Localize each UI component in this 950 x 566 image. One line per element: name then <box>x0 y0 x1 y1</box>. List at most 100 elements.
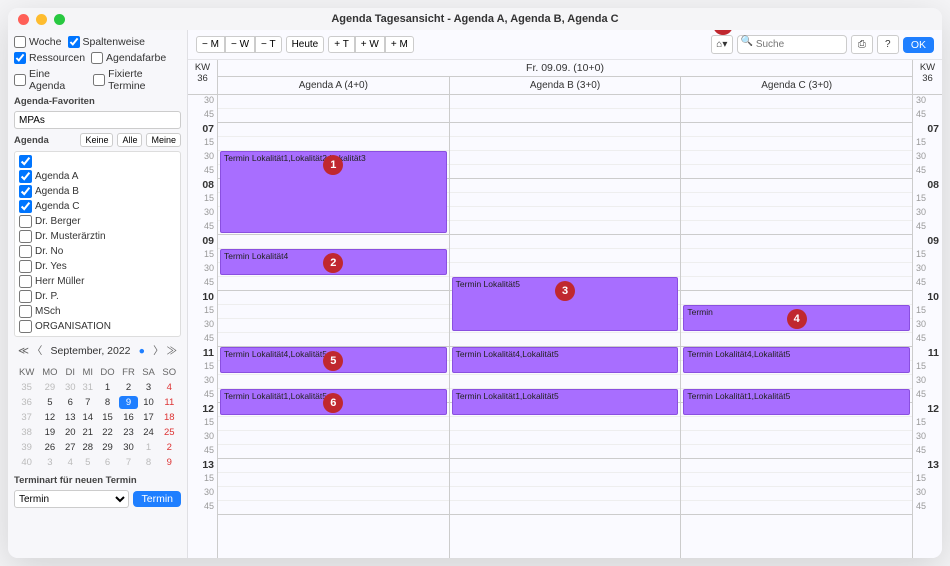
cal-day[interactable]: 31 <box>80 381 95 394</box>
appointment[interactable]: Termin Lokalität1,Lokalität56 <box>220 389 447 415</box>
cal-day[interactable]: 7 <box>119 456 137 469</box>
cal-day[interactable]: 26 <box>39 441 60 454</box>
agenda-item[interactable]: MSch <box>17 304 178 319</box>
opt-fixierte[interactable]: Fixierte Termine <box>93 68 181 92</box>
cal-day[interactable]: 6 <box>98 456 118 469</box>
opt-agendafarbe[interactable]: Agendafarbe <box>91 52 166 64</box>
cal-day[interactable]: 19 <box>39 426 60 439</box>
agenda-item[interactable]: Agenda B <box>17 184 178 199</box>
year-fwd-icon[interactable]: ≫ <box>167 345 178 357</box>
cal-day[interactable]: 8 <box>98 396 118 409</box>
agenda-item[interactable]: Dr. No <box>17 244 178 259</box>
term-type-select[interactable]: Termin <box>14 490 129 508</box>
agenda-item[interactable]: Herr Müller <box>17 274 178 289</box>
filter-meine[interactable]: Meine <box>146 133 181 147</box>
cal-day[interactable]: 23 <box>119 426 137 439</box>
nav-minus-t[interactable]: − T <box>255 36 282 53</box>
cal-day[interactable]: 21 <box>80 426 95 439</box>
cal-day[interactable]: 5 <box>39 396 60 409</box>
cal-day[interactable]: 4 <box>160 381 179 394</box>
cal-day[interactable]: 16 <box>119 411 137 424</box>
slot-col-a[interactable]: Termin Lokalität1,Lokalität2,Lokalität31… <box>218 95 450 558</box>
agenda-item[interactable]: Dr. Musterärztin <box>17 229 178 244</box>
agenda-item[interactable]: ORGANISATION <box>17 319 178 334</box>
cal-day[interactable]: 9 <box>119 396 137 409</box>
cal-day[interactable]: 8 <box>140 456 158 469</box>
cal-day[interactable]: 15 <box>98 411 118 424</box>
cal-day[interactable]: 3 <box>140 381 158 394</box>
home-menu-icon[interactable]: ⌂▾ <box>711 35 733 54</box>
cal-day[interactable]: 38 <box>16 426 37 439</box>
cal-day[interactable]: 4 <box>63 456 78 469</box>
cal-day[interactable]: 6 <box>63 396 78 409</box>
cal-day[interactable]: 14 <box>80 411 95 424</box>
cal-day[interactable]: 17 <box>140 411 158 424</box>
cal-day[interactable]: 3 <box>39 456 60 469</box>
cal-day[interactable]: 12 <box>39 411 60 424</box>
cal-day[interactable]: 37 <box>16 411 37 424</box>
opt-spalten[interactable]: Spaltenweise <box>68 36 145 48</box>
term-create-button[interactable]: Termin <box>133 491 181 507</box>
nav-plus-t[interactable]: + T <box>328 36 355 53</box>
nav-plus-w[interactable]: + W <box>355 36 385 53</box>
cal-day[interactable]: 1 <box>140 441 158 454</box>
cal-day[interactable]: 22 <box>98 426 118 439</box>
appointment[interactable]: Termin4 <box>683 305 910 331</box>
appointment[interactable]: Termin Lokalität1,Lokalität5 <box>452 389 679 415</box>
fav-input[interactable] <box>14 111 181 129</box>
cal-day[interactable]: 35 <box>16 381 37 394</box>
cal-day[interactable]: 2 <box>160 441 179 454</box>
cal-day[interactable]: 40 <box>16 456 37 469</box>
search-input[interactable] <box>737 35 847 54</box>
agenda-item[interactable]: Agenda C <box>17 199 178 214</box>
agenda-list[interactable]: Agenda A Agenda B Agenda C Dr. Berger Dr… <box>14 151 181 337</box>
opt-eine-agenda[interactable]: Eine Agenda <box>14 68 87 92</box>
opt-woche[interactable]: Woche <box>14 36 62 48</box>
today-button[interactable]: Heute <box>286 36 325 53</box>
cal-day[interactable]: 39 <box>16 441 37 454</box>
month-back-icon[interactable]: 〈 <box>32 345 43 357</box>
mini-calendar[interactable]: KWMODIMIDOFRSASO352930311234365678910113… <box>14 364 181 471</box>
month-fwd-icon[interactable]: 〉 <box>153 345 164 357</box>
cal-day[interactable]: 30 <box>63 381 78 394</box>
agenda-item[interactable]: Dr. Yes <box>17 259 178 274</box>
cal-day[interactable]: 36 <box>16 396 37 409</box>
slot-col-c[interactable]: Termin4 Termin Lokalität4,Lokalität5 Termi… <box>681 95 912 558</box>
cal-day[interactable]: 9 <box>160 456 179 469</box>
print-icon[interactable]: ⎙ <box>851 35 873 54</box>
cal-day[interactable]: 11 <box>160 396 179 409</box>
filter-alle[interactable]: Alle <box>117 133 142 147</box>
cal-day[interactable]: 24 <box>140 426 158 439</box>
nav-minus-m[interactable]: − M <box>196 36 225 53</box>
cal-day[interactable]: 30 <box>119 441 137 454</box>
appointment[interactable]: Termin Lokalität1,Lokalität5 <box>683 389 910 415</box>
appointment[interactable]: Termin Lokalität4,Lokalität5 <box>452 347 679 373</box>
cal-day[interactable]: 10 <box>140 396 158 409</box>
cal-day[interactable]: 29 <box>98 441 118 454</box>
nav-minus-w[interactable]: − W <box>225 36 255 53</box>
agenda-item[interactable]: Dr. P. <box>17 289 178 304</box>
cal-day[interactable]: 2 <box>119 381 137 394</box>
filter-keine[interactable]: Keine <box>80 133 113 147</box>
appointment[interactable]: Termin Lokalität1,Lokalität2,Lokalität31 <box>220 151 447 233</box>
slot-col-b[interactable]: Termin Lokalität53 Termin Lokalität4,Loka… <box>450 95 682 558</box>
cal-day[interactable]: 13 <box>63 411 78 424</box>
cal-day[interactable]: 25 <box>160 426 179 439</box>
appointment[interactable]: Termin Lokalität42 <box>220 249 447 275</box>
cal-day[interactable]: 20 <box>63 426 78 439</box>
appointment[interactable]: Termin Lokalität4,Lokalität5 <box>683 347 910 373</box>
cal-day[interactable]: 29 <box>39 381 60 394</box>
cal-day[interactable]: 27 <box>63 441 78 454</box>
cal-day[interactable]: 5 <box>80 456 95 469</box>
nav-plus-m[interactable]: + M <box>385 36 414 53</box>
ok-button[interactable]: OK <box>903 37 934 53</box>
cal-day[interactable]: 28 <box>80 441 95 454</box>
appointment[interactable]: Termin Lokalität4,Lokalität55 <box>220 347 447 373</box>
cal-day[interactable]: 18 <box>160 411 179 424</box>
cal-day[interactable]: 7 <box>80 396 95 409</box>
help-icon[interactable]: ? <box>877 35 899 54</box>
agenda-item[interactable] <box>17 154 178 169</box>
cal-day[interactable]: 1 <box>98 381 118 394</box>
opt-ressourcen[interactable]: Ressourcen <box>14 52 85 64</box>
appointment[interactable]: Termin Lokalität53 <box>452 277 679 331</box>
